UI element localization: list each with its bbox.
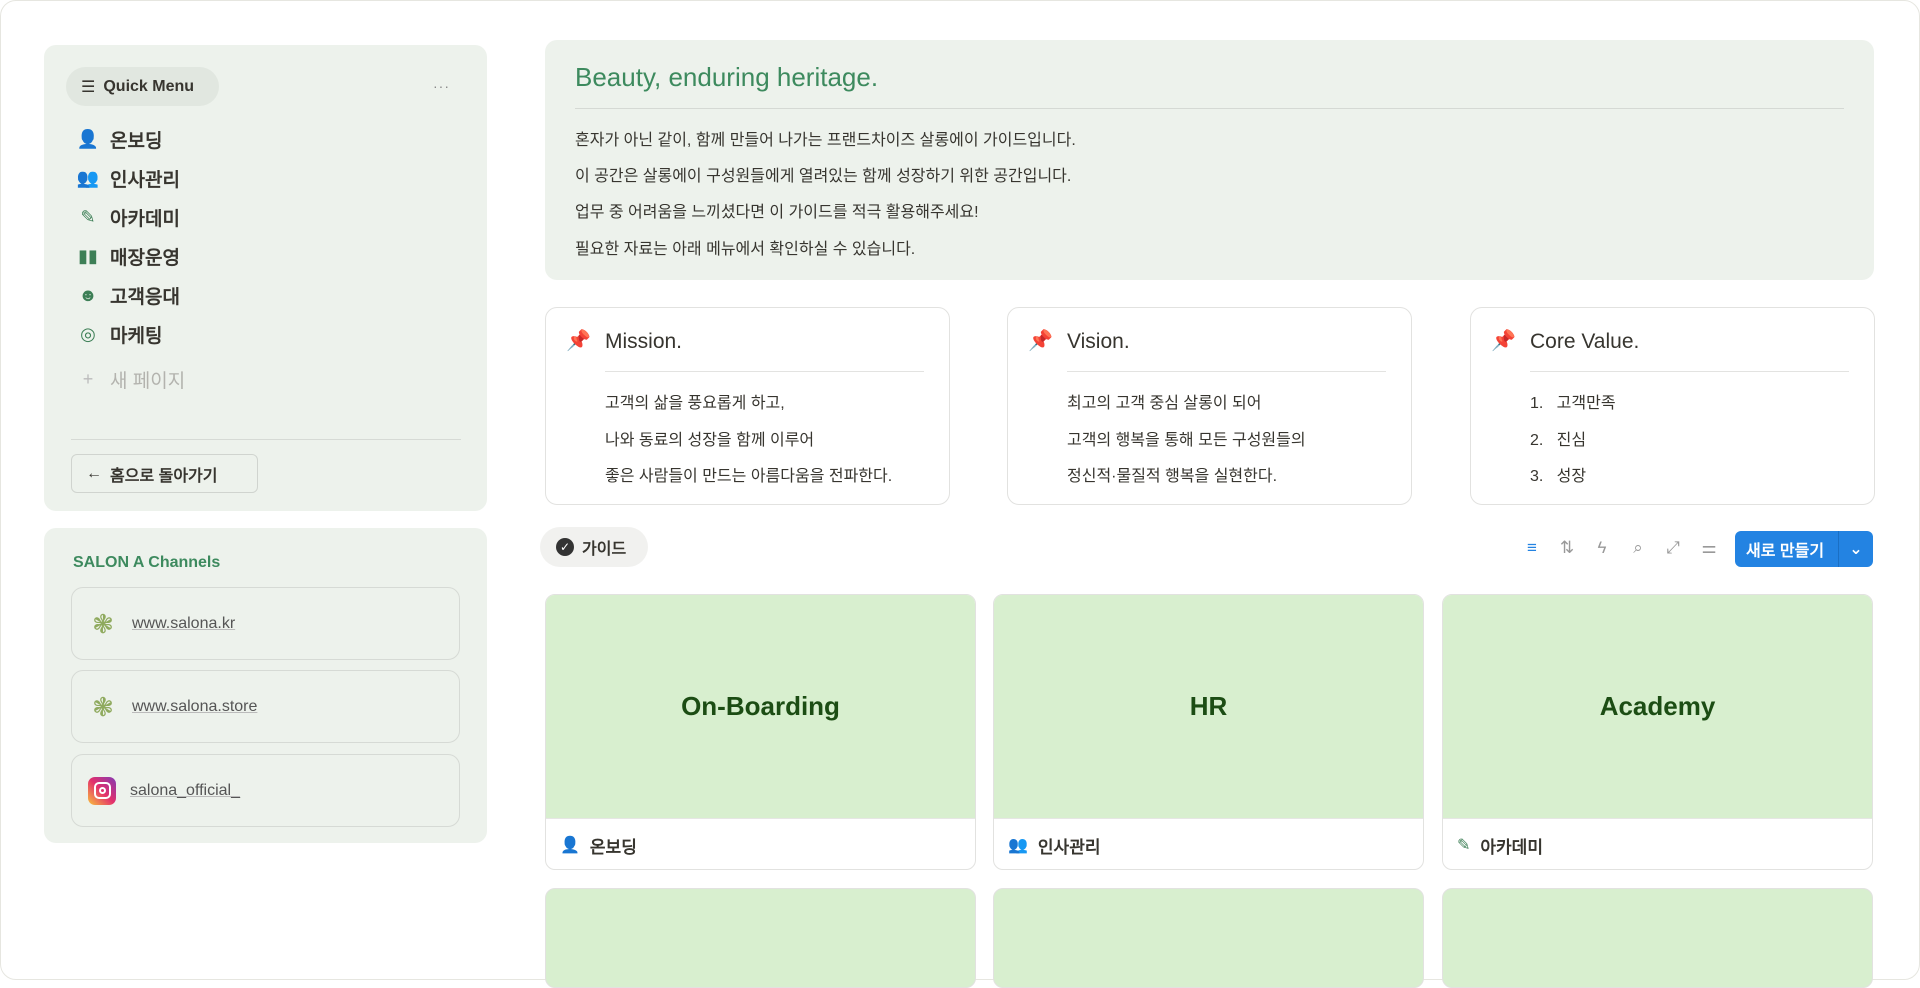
pencil-icon: ✎ <box>1457 837 1471 854</box>
menu-item-store[interactable]: ▮▮ 매장운영 <box>76 243 180 270</box>
card-line: 고객의 삶을 풍요롭게 하고, <box>605 395 785 412</box>
channel-link-text[interactable]: salona_official_ <box>130 782 240 800</box>
intro-callout: Beauty, enduring heritage. 혼자가 아닌 같이, 함께… <box>545 40 1874 280</box>
channel-link-text[interactable]: www.salona.kr <box>132 615 235 633</box>
channel-link-website[interactable]: ❃ www.salona.kr <box>71 587 460 660</box>
card-line: 3. 성장 <box>1530 468 1587 485</box>
menu-icon: ☰ <box>81 78 96 96</box>
group-icon: 👥 <box>1008 837 1028 854</box>
card-title: Vision. <box>1067 330 1130 353</box>
card-label: 인사관리 <box>1037 837 1101 857</box>
menu-item-marketing[interactable]: ◎ 마케팅 <box>76 321 162 348</box>
gallery-card-onboarding[interactable]: On-Boarding 👤 온보딩 <box>545 594 976 870</box>
chevron-down-icon[interactable]: ⌄ <box>1838 531 1873 567</box>
person-add-icon: 👤 <box>560 837 580 854</box>
menu-item-label: 아카데미 <box>110 209 180 230</box>
menu-item-label: 마케팅 <box>110 326 163 347</box>
card-title: Core Value. <box>1530 330 1640 353</box>
core-value-card: 📌 Core Value. 1. 고객만족 2. 진심 3. 성장 <box>1470 307 1875 505</box>
sort-icon[interactable]: ⇅ <box>1555 536 1579 560</box>
gallery-card[interactable] <box>1442 888 1873 988</box>
card-line: 1. 고객만족 <box>1530 395 1616 412</box>
vision-card: 📌 Vision. 최고의 고객 중심 살롱이 되어 고객의 행복을 통해 모든… <box>1007 307 1412 505</box>
tab-guide[interactable]: ✓ 가이드 <box>540 527 648 567</box>
pencil-icon: ✎ <box>80 207 96 227</box>
new-button-label[interactable]: 새로 만들기 <box>1735 537 1838 561</box>
channel-link-instagram[interactable]: salona_official_ <box>71 754 460 827</box>
check-circle-icon: ✓ <box>556 538 574 556</box>
card-cover: HR <box>994 595 1423 818</box>
pushpin-icon: 📌 <box>1491 330 1516 352</box>
intro-line: 필요한 자료는 아래 메뉴에서 확인하실 수 있습니다. <box>575 241 916 258</box>
quick-menu-title: Quick Menu <box>103 77 195 95</box>
tab-label: 가이드 <box>582 541 627 558</box>
card-cover: On-Boarding <box>546 595 975 818</box>
arrow-left-icon: ← <box>86 464 102 482</box>
settings-sliders-icon[interactable]: ⚌ <box>1697 536 1721 560</box>
salona-logo-icon: ❃ <box>92 691 114 722</box>
divider <box>575 108 1844 109</box>
channels-title: SALON A Channels <box>73 554 221 571</box>
page-title: Beauty, enduring heritage. <box>575 62 879 92</box>
card-label: 온보딩 <box>589 837 637 857</box>
expand-icon[interactable]: ⤢ <box>1661 536 1685 560</box>
mission-card: 📌 Mission. 고객의 삶을 풍요롭게 하고, 나와 동료의 성장을 함께… <box>545 307 950 505</box>
pushpin-icon: 📌 <box>1028 330 1053 352</box>
new-button[interactable]: 새로 만들기 ⌄ <box>1735 531 1873 567</box>
pushpin-icon: 📌 <box>566 330 591 352</box>
menu-item-customer[interactable]: ☻ 고객응대 <box>76 282 180 309</box>
smile-icon: ☻ <box>78 285 98 305</box>
card-title: Mission. <box>605 330 683 353</box>
person-add-icon: 👤 <box>76 129 100 149</box>
salona-logo-icon: ❃ <box>92 608 114 639</box>
card-line: 2. 진심 <box>1530 432 1587 449</box>
group-icon: 👥 <box>76 168 100 188</box>
divider <box>1530 371 1849 372</box>
divider <box>605 371 924 372</box>
more-icon[interactable]: ··· <box>433 78 450 94</box>
card-line: 최고의 고객 중심 살롱이 되어 <box>1067 395 1262 412</box>
intro-line: 업무 중 어려움을 느끼셨다면 이 가이드를 적극 활용해주세요! <box>575 204 979 221</box>
quick-menu-button[interactable]: ☰ Quick Menu <box>66 67 219 106</box>
menu-item-label: 인사관리 <box>110 170 180 191</box>
intro-line: 혼자가 아닌 같이, 함께 만들어 나가는 프랜드차이즈 살롱에이 가이드입니다… <box>575 132 1076 149</box>
lightning-icon[interactable]: ϟ <box>1590 536 1614 560</box>
quick-menu-panel <box>44 45 487 511</box>
menu-item-onboarding[interactable]: 👤 온보딩 <box>76 126 163 153</box>
card-line: 나와 동료의 성장을 함께 이루어 <box>605 432 815 449</box>
new-page-label: 새 페이지 <box>110 371 186 392</box>
intro-line: 이 공간은 살롱에이 구성원들에게 열려있는 함께 성장하기 위한 공간입니다. <box>575 168 1072 185</box>
divider <box>1067 371 1386 372</box>
menu-item-label: 매장운영 <box>110 248 180 269</box>
card-line: 정신적·물질적 행복을 실현한다. <box>1067 468 1278 485</box>
card-line: 좋은 사람들이 만드는 아름다움을 전파한다. <box>605 468 893 485</box>
card-line: 고객의 행복을 통해 모든 구성원들의 <box>1067 432 1306 449</box>
gallery-card-academy[interactable]: Academy ✎ 아카데미 <box>1442 594 1873 870</box>
search-icon[interactable]: ⌕ <box>1626 536 1650 560</box>
card-cover: Academy <box>1443 595 1872 818</box>
filter-icon[interactable]: ≡ <box>1520 536 1544 560</box>
book-icon: ▮▮ <box>78 246 98 266</box>
channel-link-store[interactable]: ❃ www.salona.store <box>71 670 460 743</box>
new-page-button[interactable]: + 새 페이지 <box>76 366 185 393</box>
card-label: 아카데미 <box>1480 837 1543 857</box>
instagram-icon <box>88 776 116 805</box>
menu-item-academy[interactable]: ✎ 아카데미 <box>76 204 180 231</box>
menu-item-label: 온보딩 <box>110 131 163 152</box>
divider <box>71 439 461 440</box>
menu-item-hr[interactable]: 👥 인사관리 <box>76 165 180 192</box>
target-icon: ◎ <box>80 324 96 344</box>
menu-item-label: 고객응대 <box>110 287 180 308</box>
back-home-button[interactable]: ← 홈으로 돌아가기 <box>71 454 258 493</box>
gallery-card[interactable] <box>993 888 1424 988</box>
gallery-card-hr[interactable]: HR 👥 인사관리 <box>993 594 1424 870</box>
gallery-card[interactable] <box>545 888 976 988</box>
back-home-label: 홈으로 돌아가기 <box>110 467 218 485</box>
channel-link-text[interactable]: www.salona.store <box>132 698 257 716</box>
plus-icon: + <box>82 369 94 389</box>
